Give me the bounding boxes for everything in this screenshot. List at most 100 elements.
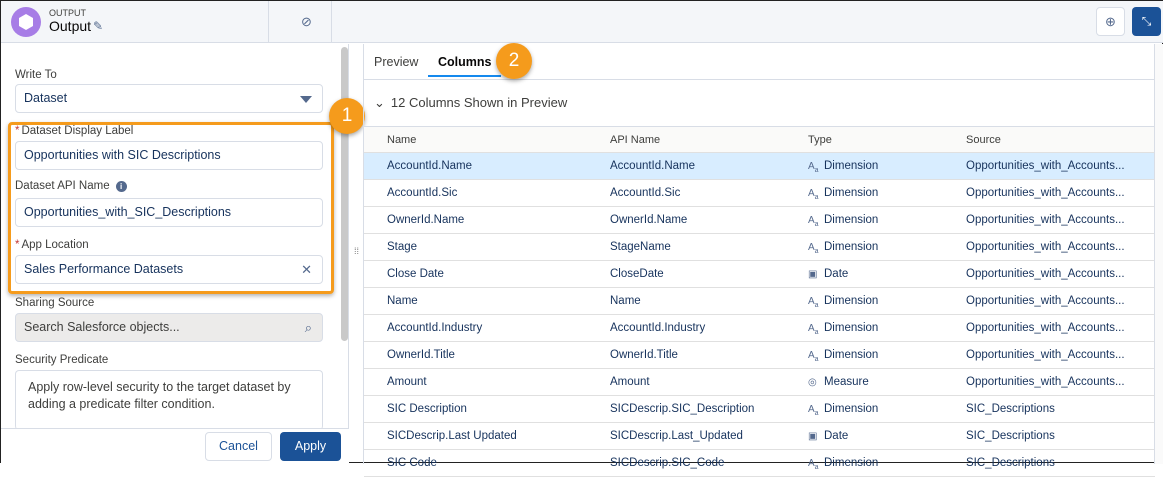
table-row[interactable]: Name Name Aa Dimension Opportunities_with… (364, 288, 1155, 315)
type-label: Date (824, 268, 849, 280)
output-settings-panel: Write To Dataset * Dataset Display Label … (1, 44, 349, 464)
cell-source: Opportunities_with_Accounts... (966, 214, 1125, 226)
table-row[interactable]: SIC Code SICDescrip.SIC_Code Aa Dimension… (364, 450, 1155, 477)
cell-api-name: OwnerId.Name (610, 214, 688, 226)
date-icon: ▣ (808, 269, 818, 280)
cell-source: Opportunities_with_Accounts... (966, 349, 1125, 361)
cell-name: SICDescrip.Last Updated (387, 430, 517, 442)
cell-name: AccountId.Industry (387, 322, 483, 334)
panel-footer: Cancel Apply (1, 428, 349, 464)
cell-name: Close Date (387, 268, 444, 280)
search-placeholder: Search Salesforce objects... (24, 320, 180, 334)
type-label: Dimension (824, 349, 879, 361)
cell-source: Opportunities_with_Accounts... (966, 160, 1125, 172)
cancel-button[interactable]: Cancel (205, 432, 272, 461)
callout-badge-2: 2 (496, 43, 532, 79)
cell-api-name: AccountId.Name (610, 160, 696, 172)
type-label: Date (824, 430, 849, 442)
data-preview-button[interactable]: ⊕ (1096, 7, 1125, 36)
cell-api-name: AccountId.Sic (610, 187, 681, 199)
cell-name: SIC Description (387, 403, 467, 415)
tab-preview[interactable]: Preview (374, 55, 418, 69)
cell-api-name: SICDescrip.Last_Updated (610, 430, 743, 442)
cell-api-name: CloseDate (610, 268, 664, 280)
left-scrollbar[interactable] (341, 47, 348, 341)
search-icon: ⌕ (304, 320, 312, 335)
cell-type: ▣ Date (808, 261, 848, 288)
cell-source: SIC_Descriptions (966, 403, 1055, 415)
tab-bar: Preview Columns (364, 44, 1163, 80)
divider (331, 1, 332, 43)
type-label: Dimension (824, 214, 879, 226)
type-label: Dimension (824, 295, 879, 307)
output-node-icon (11, 7, 41, 37)
resize-handle-icon[interactable]: ⁞⁞ (354, 247, 359, 256)
cell-name: OwnerId.Title (387, 349, 455, 361)
write-to-select[interactable]: Dataset (15, 84, 323, 113)
cell-source: Opportunities_with_Accounts... (966, 241, 1125, 253)
data-preview-icon: ⊕ (1105, 14, 1116, 29)
chevron-down-icon: ⌄ (374, 95, 385, 110)
cell-name: AccountId.Name (387, 160, 473, 172)
table-row[interactable]: SICDescrip.Last Updated SICDescrip.Last_… (364, 423, 1155, 450)
dimension-icon: Aa (808, 458, 819, 471)
table-row[interactable]: AccountId.Industry AccountId.Industry Aa… (364, 315, 1155, 342)
columns-table: Name API Name Type Source AccountId.Name… (364, 126, 1155, 477)
cell-api-name: OwnerId.Title (610, 349, 678, 361)
collapse-icon: ⤡ (1141, 14, 1152, 28)
date-icon: ▣ (808, 431, 818, 442)
table-row[interactable]: Close Date CloseDate ▣ Date Opportunities… (364, 261, 1155, 288)
cell-name: Stage (387, 241, 418, 253)
table-row[interactable]: OwnerId.Name OwnerId.Name Aa Dimension Op… (364, 207, 1155, 234)
apply-button[interactable]: Apply (280, 432, 341, 461)
table-row[interactable]: OwnerId.Title OwnerId.Title Aa Dimension … (364, 342, 1155, 369)
column-header-type[interactable]: Type (808, 127, 832, 153)
column-header-source[interactable]: Source (966, 127, 1001, 153)
measure-icon: ◎ (808, 377, 817, 388)
cell-type: ◎ Measure (808, 369, 869, 396)
cell-name: AccountId.Sic (387, 187, 458, 199)
highlight-box (8, 122, 334, 294)
cell-name: SIC Code (387, 457, 437, 469)
cell-source: Opportunities_with_Accounts... (966, 187, 1125, 199)
write-to-value: Dataset (24, 91, 68, 105)
table-row[interactable]: AccountId.Name AccountId.Name Aa Dimensio… (364, 153, 1155, 180)
cell-source: Opportunities_with_Accounts... (966, 295, 1125, 307)
type-label: Measure (824, 376, 869, 388)
cell-type: Aa Dimension (808, 450, 878, 481)
collapse-button[interactable]: ⤡ (1132, 7, 1161, 36)
divider (268, 1, 269, 43)
pencil-icon[interactable]: ✎ (93, 19, 103, 33)
cell-api-name: StageName (610, 241, 671, 253)
table-row[interactable]: Amount Amount ◎ Measure Opportunities_wit… (364, 369, 1155, 396)
type-label: Dimension (824, 187, 879, 199)
security-predicate-textarea[interactable]: Apply row-level security to the target d… (15, 370, 323, 430)
node-type: OUTPUT (49, 8, 86, 18)
cell-api-name: AccountId.Industry (610, 322, 706, 334)
sharing-source-search[interactable]: Search Salesforce objects... ⌕ (15, 313, 323, 342)
node-header: OUTPUT Output ✎ ⊘ ⊕ ⤡ (1, 1, 1163, 43)
cell-source: Opportunities_with_Accounts... (966, 268, 1125, 280)
column-header-api-name[interactable]: API Name (610, 127, 660, 153)
column-header-name[interactable]: Name (387, 127, 416, 153)
hide-icon[interactable]: ⊘ (301, 14, 312, 30)
tab-columns[interactable]: Columns (428, 55, 502, 77)
table-row[interactable]: Stage StageName Aa Dimension Opportunitie… (364, 234, 1155, 261)
table-header-row: Name API Name Type Source (364, 126, 1155, 153)
table-row[interactable]: AccountId.Sic AccountId.Sic Aa Dimension … (364, 180, 1155, 207)
security-predicate-label: Security Predicate (15, 354, 109, 366)
columns-section-toggle[interactable]: ⌄ 12 Columns Shown in Preview (374, 95, 567, 111)
cell-source: SIC_Descriptions (966, 457, 1055, 469)
cell-source: Opportunities_with_Accounts... (966, 322, 1125, 334)
section-title: 12 Columns Shown in Preview (390, 95, 568, 110)
type-label: Dimension (824, 457, 879, 469)
cell-name: Name (387, 295, 418, 307)
cell-type: ▣ Date (808, 423, 848, 450)
cell-name: Amount (387, 376, 427, 388)
chevron-down-icon (300, 96, 312, 103)
table-row[interactable]: SIC Description SICDescrip.SIC_Descripti… (364, 396, 1155, 423)
cell-api-name: SICDescrip.SIC_Code (610, 457, 725, 469)
right-scrollbar[interactable] (1154, 44, 1163, 464)
type-label: Dimension (824, 160, 879, 172)
cell-name: OwnerId.Name (387, 214, 465, 226)
